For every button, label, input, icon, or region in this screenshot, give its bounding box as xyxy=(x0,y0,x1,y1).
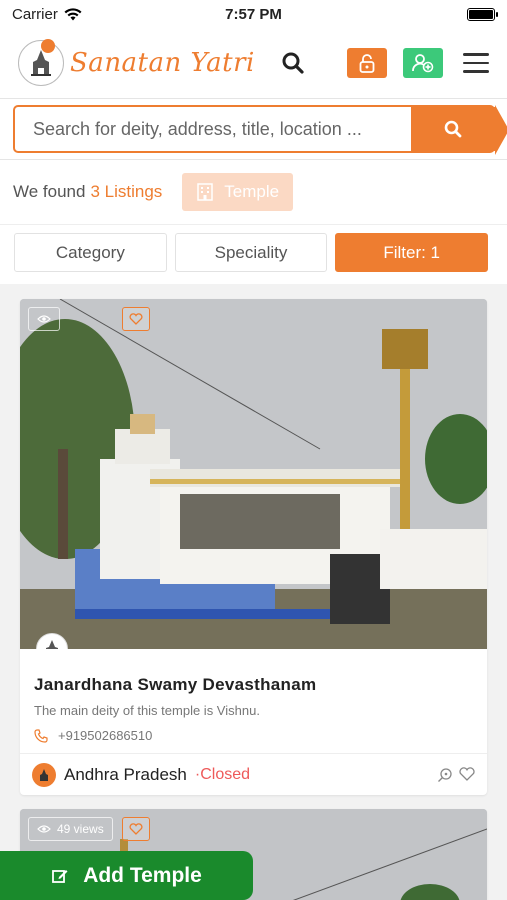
login-lock-icon[interactable] xyxy=(347,48,387,78)
search-box xyxy=(13,105,507,155)
listing-title[interactable]: Janardhana Swamy Devasthanam xyxy=(34,675,473,695)
open-status: ·Closed xyxy=(194,765,251,783)
location-pin-icon xyxy=(32,762,56,787)
filter-button[interactable]: Filter: 1 xyxy=(335,233,489,272)
status-bar: Carrier 7:57 PM xyxy=(0,0,507,28)
open-status-text: Closed xyxy=(200,765,251,783)
views-badge: 49 views xyxy=(28,817,113,841)
chip-label: Temple xyxy=(224,182,280,201)
eye-icon xyxy=(37,825,51,833)
category-button[interactable]: Category xyxy=(14,233,167,272)
listing-list: Janardhana Swamy Devasthanam The main de… xyxy=(0,284,507,900)
listing-phone[interactable]: +919502686510 xyxy=(34,728,473,743)
listing-state: Andhra Pradesh xyxy=(64,764,187,784)
listing-footer: Andhra Pradesh ·Closed xyxy=(20,753,487,795)
app-name: Sanatan Yatri xyxy=(70,48,255,78)
zoom-icon[interactable] xyxy=(437,767,453,783)
views-badge xyxy=(28,307,60,331)
temple-icon xyxy=(46,640,58,649)
search-icon[interactable] xyxy=(273,51,313,75)
battery-icon xyxy=(467,7,498,21)
add-user-icon[interactable] xyxy=(403,48,443,78)
phone-number: +919502686510 xyxy=(58,728,153,743)
views-count: 49 views xyxy=(57,822,104,836)
favorite-button[interactable] xyxy=(122,817,150,841)
results-prefix: We found xyxy=(13,182,86,201)
app-header: Sanatan Yatri xyxy=(0,28,507,98)
heart-icon xyxy=(129,313,143,325)
phone-icon xyxy=(34,728,48,743)
search-input[interactable] xyxy=(15,107,411,151)
listing-description: The main deity of this temple is Vishnu. xyxy=(34,703,260,718)
add-temple-label: Add Temple xyxy=(83,863,202,887)
search-button[interactable] xyxy=(411,105,507,155)
listing-card[interactable]: Janardhana Swamy Devasthanam The main de… xyxy=(20,299,487,795)
add-temple-button[interactable]: Add Temple xyxy=(0,851,253,900)
temple-logo-icon xyxy=(18,39,64,86)
status-time: 7:57 PM xyxy=(225,5,282,23)
temple-photo xyxy=(20,299,487,649)
building-icon xyxy=(197,183,214,201)
listing-info: Janardhana Swamy Devasthanam The main de… xyxy=(20,649,487,753)
app-logo[interactable]: Sanatan Yatri xyxy=(18,39,255,86)
favorite-button[interactable] xyxy=(122,307,150,331)
heart-icon[interactable] xyxy=(459,766,475,781)
heart-icon xyxy=(129,823,143,835)
filter-bar: Category Speciality Filter: 1 xyxy=(0,224,507,284)
results-count: 3 Listings xyxy=(90,182,163,201)
edit-icon xyxy=(52,869,68,883)
category-chip-temple[interactable]: Temple xyxy=(182,173,294,211)
search-icon xyxy=(444,120,462,138)
search-bar xyxy=(0,98,507,160)
results-summary: We found 3 Listings Temple xyxy=(0,160,507,224)
eye-icon xyxy=(37,315,51,323)
hamburger-menu-icon[interactable] xyxy=(463,53,489,73)
speciality-button[interactable]: Speciality xyxy=(174,233,328,272)
